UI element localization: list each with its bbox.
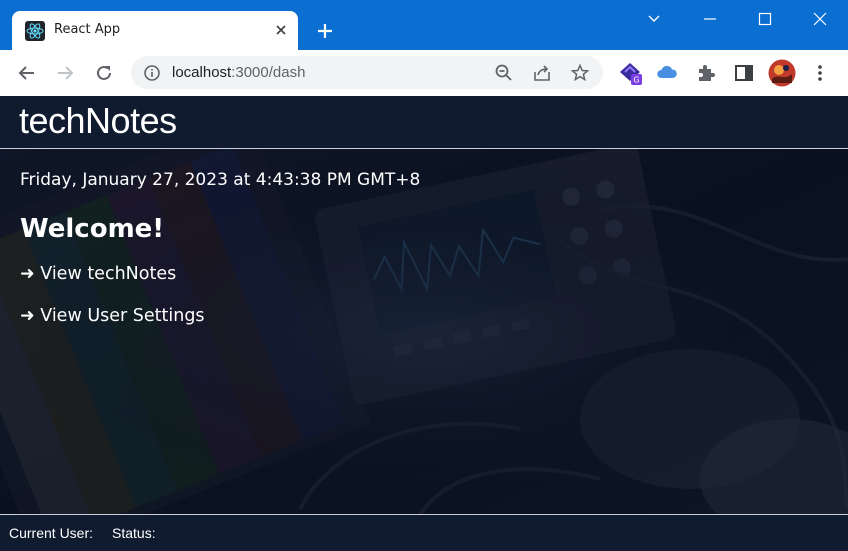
browser-toolbar: localhost:3000/dash G	[0, 50, 848, 96]
avatar-icon[interactable]	[768, 59, 796, 87]
svg-text:G: G	[633, 76, 639, 85]
reload-icon[interactable]	[93, 62, 115, 84]
back-arrow-icon[interactable]	[16, 62, 38, 84]
side-panel-icon[interactable]	[732, 61, 756, 85]
maximize-icon[interactable]	[754, 8, 776, 30]
welcome-heading: Welcome!	[20, 214, 165, 244]
web-page: techNotes Friday, January 27, 2023 at 4:…	[0, 96, 848, 551]
app-brand-title[interactable]: techNotes	[19, 100, 177, 142]
bookmark-star-icon[interactable]	[570, 63, 590, 83]
browser-tab[interactable]: React App	[12, 11, 298, 50]
kebab-menu-icon[interactable]	[808, 61, 832, 85]
url-text[interactable]: localhost:3000/dash	[172, 64, 305, 81]
cloud-icon[interactable]	[655, 61, 679, 85]
tab-search-icon[interactable]	[643, 8, 665, 30]
minimize-icon[interactable]	[699, 8, 721, 30]
browser-titlebar: React App	[0, 0, 848, 50]
extension-diamond-icon[interactable]: G	[618, 61, 642, 85]
url-path: :3000/dash	[231, 64, 306, 81]
site-info-icon[interactable]	[143, 64, 161, 82]
status-label: Status:	[112, 525, 156, 541]
address-bar[interactable]: localhost:3000/dash	[131, 56, 603, 89]
react-logo-icon	[25, 21, 45, 41]
extensions-puzzle-icon[interactable]	[694, 61, 718, 85]
forward-arrow-icon[interactable]	[54, 62, 76, 84]
share-icon[interactable]	[532, 63, 552, 83]
close-tab-icon[interactable]	[274, 23, 288, 37]
tab-title: React App	[54, 22, 121, 37]
zoom-icon[interactable]	[494, 63, 514, 83]
background-photo	[0, 149, 848, 515]
new-tab-icon[interactable]	[314, 20, 336, 42]
view-technotes-link[interactable]: ➜ View techNotes	[20, 264, 176, 284]
dash-footer: Current User: Status:	[0, 514, 848, 551]
current-datetime: Friday, January 27, 2023 at 4:43:38 PM G…	[20, 170, 421, 190]
url-host: localhost	[172, 64, 232, 81]
dash-header: techNotes	[0, 96, 848, 149]
current-user-label: Current User:	[9, 525, 94, 541]
view-user-settings-link[interactable]: ➜ View User Settings	[20, 306, 205, 326]
close-window-icon[interactable]	[809, 8, 831, 30]
